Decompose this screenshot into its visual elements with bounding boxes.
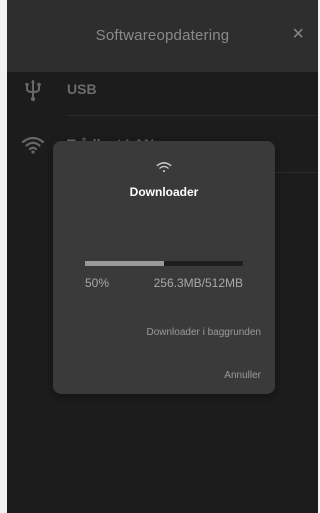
- download-in-background-button[interactable]: Downloader i baggrunden: [146, 327, 261, 338]
- progress-fill: [85, 261, 164, 266]
- page-title: Softwareopdatering: [95, 27, 230, 44]
- close-button[interactable]: ×: [292, 24, 304, 44]
- progress-bar: [85, 261, 243, 266]
- progress-size: 256.3MB/512MB: [153, 276, 243, 290]
- update-panel: Softwareopdatering × USB Trådlø: [7, 0, 318, 513]
- close-icon: ×: [292, 23, 304, 45]
- dialog-title: Downloader: [129, 185, 199, 199]
- progress-percent: 50%: [85, 276, 110, 290]
- download-dialog: Downloader 50% 256.3MB/512MB Downloader …: [53, 141, 275, 394]
- wifi-icon: [156, 162, 172, 173]
- cancel-button[interactable]: Annuller: [224, 370, 261, 381]
